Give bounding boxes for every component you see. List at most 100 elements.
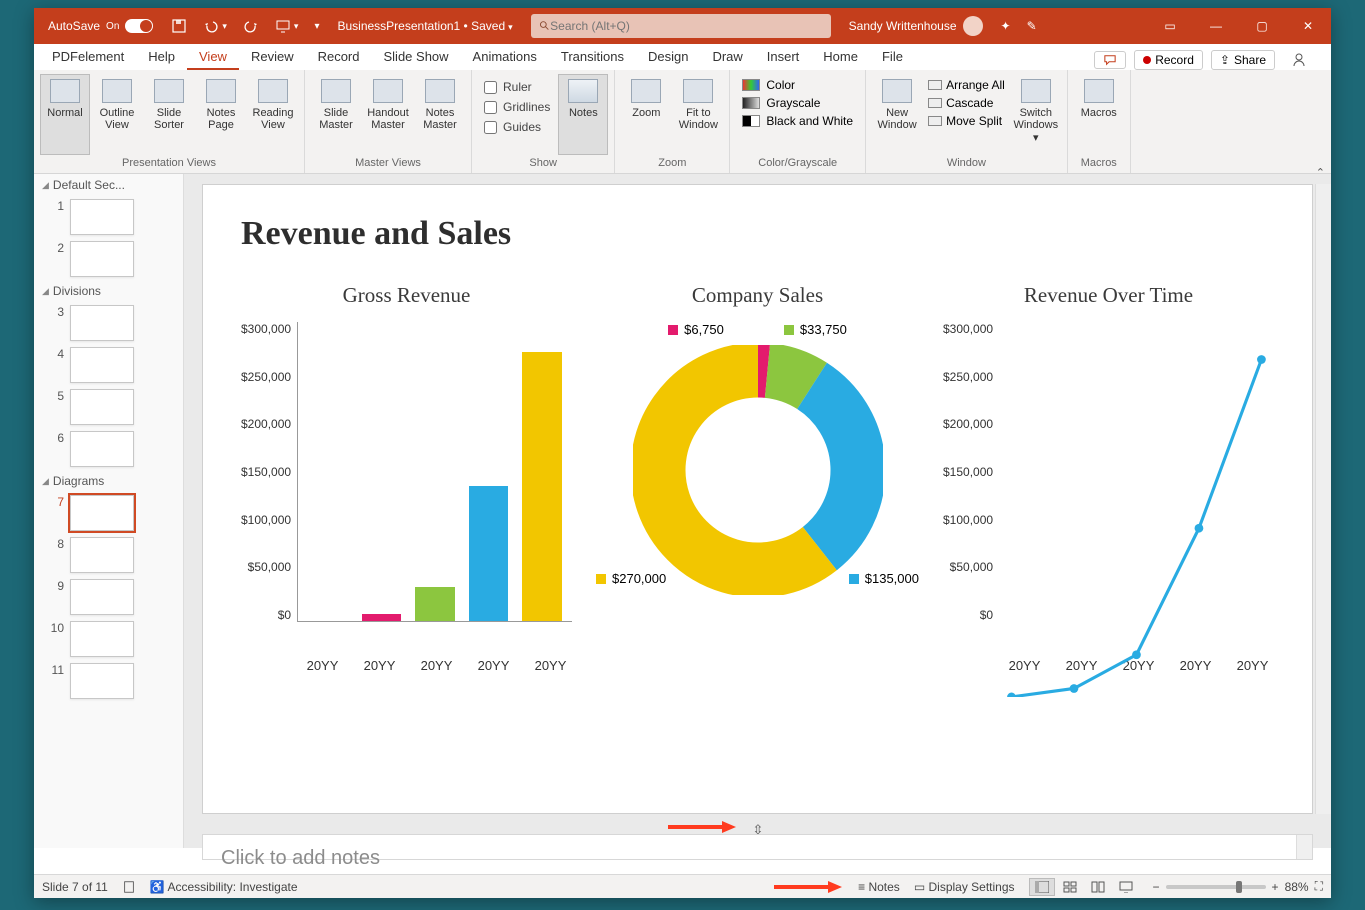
save-icon[interactable]	[163, 8, 195, 44]
redo-button[interactable]	[235, 8, 267, 44]
thumbnail-slide-3[interactable]: 3	[34, 302, 183, 344]
notes-scrollbar[interactable]	[1296, 835, 1312, 859]
tab-help[interactable]: Help	[136, 45, 187, 70]
reading-view-button[interactable]: Reading View	[248, 74, 298, 155]
thumbnail-slide-8[interactable]: 8	[34, 534, 183, 576]
grayscale-button[interactable]: Grayscale	[742, 96, 853, 110]
present-button[interactable]	[267, 8, 307, 44]
sorter-view-button[interactable]	[1057, 878, 1083, 896]
file-title[interactable]: BusinessPresentation1 • Saved	[327, 19, 522, 33]
canvas-scrollbar[interactable]	[1315, 184, 1331, 814]
minimize-button[interactable]: —	[1193, 19, 1239, 33]
guides-checkbox[interactable]: Guides	[484, 120, 550, 134]
thumbnail-slide-10[interactable]: 10	[34, 618, 183, 660]
tab-file[interactable]: File	[870, 45, 915, 70]
tab-transitions[interactable]: Transitions	[549, 45, 636, 70]
switch-windows-button[interactable]: Switch Windows ▾	[1011, 74, 1061, 155]
slide-canvas-area: Revenue and Sales Gross Revenue $300,000…	[184, 174, 1331, 848]
zoom-in-button[interactable]: +	[1272, 880, 1279, 894]
cascade-button[interactable]: Cascade	[928, 96, 1005, 110]
bw-button[interactable]: Black and White	[742, 114, 853, 128]
thumbnail-slide-7[interactable]: 7	[34, 492, 183, 534]
notes-status-icon[interactable]	[122, 880, 136, 894]
tab-insert[interactable]: Insert	[755, 45, 812, 70]
chart-revenue-over-time[interactable]: Revenue Over Time $300,000$250,000$200,0…	[943, 283, 1274, 673]
slide-preview	[70, 579, 134, 615]
slide-sorter-button[interactable]: Slide Sorter	[144, 74, 194, 155]
search-input[interactable]	[550, 19, 822, 33]
notes-page-button[interactable]: Notes Page	[196, 74, 246, 155]
ink-icon[interactable]: ✎	[1019, 8, 1045, 44]
notes-button[interactable]: ≡ Notes	[858, 880, 900, 894]
thumbnail-slide-2[interactable]: 2	[34, 238, 183, 280]
thumbnail-slide-11[interactable]: 11	[34, 660, 183, 702]
notes-splitter[interactable]: ⇳	[202, 822, 1313, 832]
thumbnail-slide-9[interactable]: 9	[34, 576, 183, 618]
zoom-out-button[interactable]: −	[1153, 880, 1160, 894]
color-button[interactable]: Color	[742, 78, 853, 92]
tab-design[interactable]: Design	[636, 45, 700, 70]
search-box[interactable]	[531, 14, 831, 38]
reading-view-button[interactable]	[1085, 878, 1111, 896]
chart-gross-revenue[interactable]: Gross Revenue $300,000$250,000$200,000$1…	[241, 283, 572, 673]
section-divisions[interactable]: Divisions	[34, 280, 183, 302]
account-button[interactable]: Sandy Writtenhouse	[839, 16, 993, 36]
chart-company-sales[interactable]: Company Sales $6,750$33,750 $270,000$135…	[592, 283, 923, 673]
undo-button[interactable]	[195, 8, 235, 44]
section-diagrams[interactable]: Diagrams	[34, 470, 183, 492]
notes-pane[interactable]: Click to add notes	[202, 834, 1313, 860]
ribbon-mode-button[interactable]: ▭	[1147, 19, 1193, 33]
normal-view-button[interactable]	[1029, 878, 1055, 896]
tab-slide-show[interactable]: Slide Show	[372, 45, 461, 70]
gridlines-checkbox[interactable]: Gridlines	[484, 100, 550, 114]
account-mini-icon[interactable]	[1283, 52, 1315, 68]
comments-button[interactable]	[1094, 51, 1126, 69]
zoom-level[interactable]: 88%	[1285, 880, 1309, 894]
autosave-state: On	[106, 21, 119, 32]
notes-master-button[interactable]: Notes Master	[415, 74, 465, 155]
move-split-button[interactable]: Move Split	[928, 114, 1005, 128]
new-window-icon	[882, 79, 912, 103]
ruler-checkbox[interactable]: Ruler	[484, 80, 550, 94]
autosave-toggle[interactable]: AutoSave On	[34, 19, 163, 33]
zoom-slider[interactable]	[1166, 885, 1266, 889]
tab-review[interactable]: Review	[239, 45, 306, 70]
record-button[interactable]: Record	[1134, 50, 1203, 70]
tab-home[interactable]: Home	[811, 45, 870, 70]
handout-master-button[interactable]: Handout Master	[363, 74, 413, 155]
slide-master-button[interactable]: Slide Master	[311, 74, 361, 155]
display-settings-button[interactable]: ▭ Display Settings	[914, 880, 1015, 894]
fit-to-window-button[interactable]: Fit to Window	[673, 74, 723, 155]
slide-title: Revenue and Sales	[241, 215, 1274, 253]
thumbnail-slide-4[interactable]: 4	[34, 344, 183, 386]
thumbnail-slide-6[interactable]: 6	[34, 428, 183, 470]
group-master-views: Slide MasterHandout MasterNotes Master M…	[305, 70, 472, 173]
thumbnail-slide-5[interactable]: 5	[34, 386, 183, 428]
tab-animations[interactable]: Animations	[461, 45, 549, 70]
outline-view-button[interactable]: Outline View	[92, 74, 142, 155]
coming-soon-icon[interactable]: ✦	[993, 8, 1019, 44]
tab-view[interactable]: View	[187, 45, 239, 70]
tab-record[interactable]: Record	[306, 45, 372, 70]
fit-button[interactable]: ⛶	[1315, 879, 1323, 894]
macros-button[interactable]: Macros	[1074, 74, 1124, 155]
maximize-button[interactable]: ▢	[1239, 19, 1285, 33]
view-icon	[154, 79, 184, 103]
thumbnail-slide-1[interactable]: 1	[34, 196, 183, 238]
close-button[interactable]: ✕	[1285, 19, 1331, 33]
notes-toggle[interactable]: Notes	[558, 74, 608, 155]
slide[interactable]: Revenue and Sales Gross Revenue $300,000…	[202, 184, 1313, 814]
slide-counter[interactable]: Slide 7 of 11	[42, 880, 108, 894]
tab-draw[interactable]: Draw	[700, 45, 754, 70]
accessibility-button[interactable]: ♿ Accessibility: Investigate	[150, 880, 298, 894]
new-window-button[interactable]: New Window	[872, 74, 922, 155]
tab-pdfelement[interactable]: PDFelement	[40, 45, 136, 70]
normal-button[interactable]: Normal	[40, 74, 90, 155]
share-button[interactable]: ⇪Share	[1211, 50, 1275, 70]
arrange-all-button[interactable]: Arrange All	[928, 78, 1005, 92]
slide-preview	[70, 347, 134, 383]
slideshow-button[interactable]	[1113, 878, 1139, 896]
zoom-button[interactable]: Zoom	[621, 74, 671, 155]
qat-overflow[interactable]: ▾	[306, 8, 327, 44]
section-default-sec-[interactable]: Default Sec...	[34, 174, 183, 196]
